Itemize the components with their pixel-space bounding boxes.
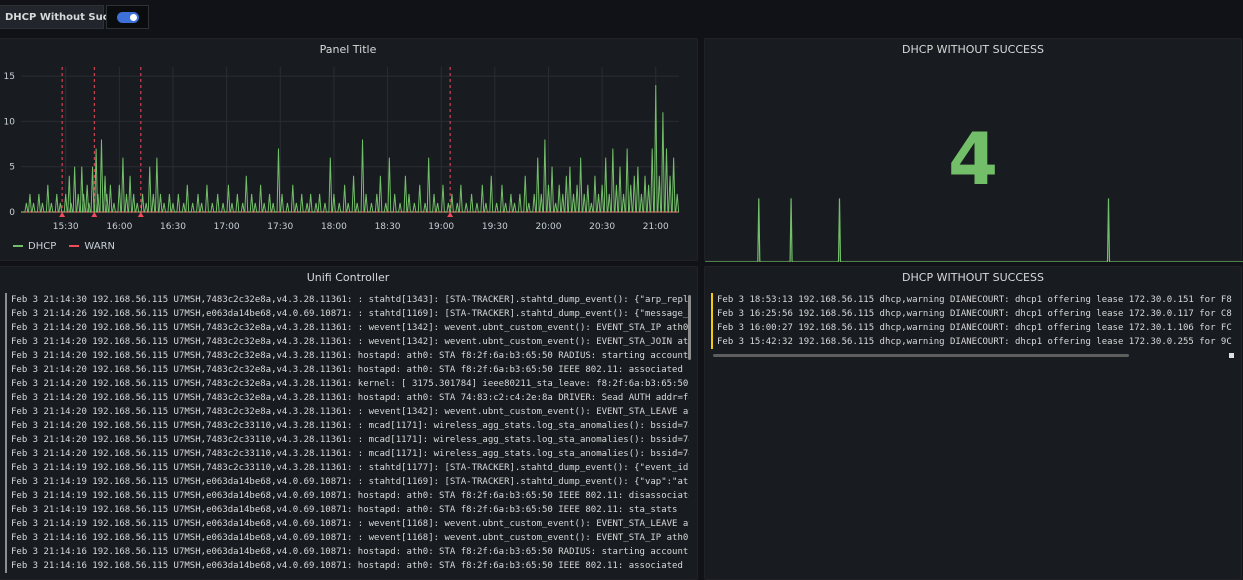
log-row[interactable]: Feb 3 16:00:27 192.168.56.115 dhcp,warni… xyxy=(711,321,1233,335)
logs-panel-unifi-controller: Unifi Controller Feb 3 21:14:30 192.168.… xyxy=(0,266,698,580)
log-row[interactable]: Feb 3 21:14:20 192.168.56.115 U7MSH,7483… xyxy=(5,363,689,377)
y-tick-label: 5 xyxy=(9,163,15,173)
log-row[interactable]: Feb 3 21:14:20 192.168.56.115 U7MSH,7483… xyxy=(5,447,689,461)
warn-event-triangle[interactable] xyxy=(59,212,66,217)
dashboard-variables-bar: DHCP Without Success xyxy=(0,0,1243,36)
x-tick-label: 17:30 xyxy=(267,222,293,232)
legend-swatch-dhcp xyxy=(13,245,23,247)
sparkline-series xyxy=(705,198,1243,262)
log-row[interactable]: Feb 3 18:53:13 192.168.56.115 dhcp,warni… xyxy=(711,293,1233,307)
x-tick-label: 18:00 xyxy=(321,222,347,232)
variable-toggle-container[interactable] xyxy=(106,5,149,29)
log-row[interactable]: Feb 3 21:14:20 192.168.56.115 U7MSH,7483… xyxy=(5,349,689,363)
log-row[interactable]: Feb 3 21:14:26 192.168.56.115 U7MSH,e063… xyxy=(5,307,689,321)
log-row[interactable]: Feb 3 16:25:56 192.168.56.115 dhcp,warni… xyxy=(711,307,1233,321)
logs-panel-dhcp: DHCP WITHOUT SUCCESS Feb 3 18:53:13 192.… xyxy=(704,266,1242,580)
log-row[interactable]: Feb 3 21:14:20 192.168.56.115 U7MSH,7483… xyxy=(5,405,689,419)
legend-label: DHCP xyxy=(28,241,57,252)
x-tick-label: 20:30 xyxy=(589,222,615,232)
log-row[interactable]: Feb 3 21:14:20 192.168.56.115 U7MSH,7483… xyxy=(5,391,689,405)
legend-item-dhcp[interactable]: DHCP xyxy=(13,241,59,252)
y-tick-label: 15 xyxy=(4,72,15,82)
log-row[interactable]: Feb 3 21:14:20 192.168.56.115 U7MSH,7483… xyxy=(5,433,689,447)
log-row[interactable]: Feb 3 21:14:16 192.168.56.115 U7MSH,e063… xyxy=(5,559,689,573)
log-row[interactable]: Feb 3 21:14:19 192.168.56.115 U7MSH,e063… xyxy=(5,475,689,489)
log-row[interactable]: Feb 3 21:14:19 192.168.56.115 U7MSH,e063… xyxy=(5,489,689,503)
y-tick-label: 10 xyxy=(4,117,16,127)
x-tick-label: 17:00 xyxy=(214,222,240,232)
log-row[interactable]: Feb 3 21:14:19 192.168.56.115 U7MSH,e063… xyxy=(5,517,689,531)
log-row[interactable]: Feb 3 21:14:20 192.168.56.115 U7MSH,7483… xyxy=(5,321,689,335)
panel-title[interactable]: DHCP WITHOUT SUCCESS xyxy=(705,271,1241,284)
legend-swatch-warn xyxy=(69,245,80,247)
log-row[interactable]: Feb 3 21:14:19 192.168.56.115 U7MSH,7483… xyxy=(5,461,689,475)
toggle-knob xyxy=(130,14,137,21)
stat-panel: DHCP WITHOUT SUCCESS 4 xyxy=(704,38,1243,262)
warn-event-triangle[interactable] xyxy=(447,212,454,217)
y-tick-label: 0 xyxy=(9,208,15,218)
horizontal-scrollbar[interactable] xyxy=(713,354,1129,357)
log-row[interactable]: Feb 3 21:14:20 192.168.56.115 U7MSH,7483… xyxy=(5,335,689,349)
variable-label: DHCP Without Success xyxy=(0,5,133,29)
log-row[interactable]: Feb 3 21:14:20 192.168.56.115 U7MSH,7483… xyxy=(5,419,689,433)
warn-event-triangle[interactable] xyxy=(137,212,144,217)
log-list[interactable]: Feb 3 18:53:13 192.168.56.115 dhcp,warni… xyxy=(711,293,1233,351)
log-row[interactable]: Feb 3 15:42:32 192.168.56.115 dhcp,warni… xyxy=(711,335,1233,349)
variable-toggle[interactable] xyxy=(117,12,139,23)
x-tick-label: 15:30 xyxy=(53,222,79,232)
chart-legend: DHCP WARN xyxy=(13,241,125,252)
log-row[interactable]: Feb 3 21:14:16 192.168.56.115 U7MSH,e063… xyxy=(5,545,689,559)
x-tick-label: 20:00 xyxy=(536,222,562,232)
stat-value: 4 xyxy=(947,117,999,201)
x-tick-label: 18:30 xyxy=(375,222,401,232)
legend-label: WARN xyxy=(84,241,116,252)
panel-title[interactable]: Unifi Controller xyxy=(0,271,697,284)
vertical-scrollbar[interactable] xyxy=(688,295,691,360)
x-tick-label: 19:00 xyxy=(428,222,454,232)
scrollbar-corner xyxy=(1229,353,1234,358)
log-row[interactable]: Feb 3 21:14:30 192.168.56.115 U7MSH,7483… xyxy=(5,293,689,307)
log-row[interactable]: Feb 3 21:14:16 192.168.56.115 U7MSH,e063… xyxy=(5,531,689,545)
x-tick-label: 16:30 xyxy=(160,222,186,232)
log-row[interactable]: Feb 3 21:14:19 192.168.56.115 U7MSH,e063… xyxy=(5,503,689,517)
log-row[interactable]: Feb 3 21:14:20 192.168.56.115 U7MSH,7483… xyxy=(5,377,689,391)
timeseries-panel: Panel Title 0 5 10 15 15:30 16:00 16:30 17:00 1… xyxy=(0,38,698,261)
x-tick-label: 19:30 xyxy=(482,222,508,232)
x-tick-label: 16:00 xyxy=(106,222,132,232)
x-tick-label: 21:00 xyxy=(643,222,669,232)
timeseries-chart: 0 5 10 15 15:30 16:00 16:30 17:00 17:30 18:00 18:… xyxy=(4,67,680,232)
warn-event-triangle[interactable] xyxy=(91,212,98,217)
log-list[interactable]: Feb 3 21:14:30 192.168.56.115 U7MSH,7483… xyxy=(5,293,689,579)
legend-item-warn[interactable]: WARN xyxy=(69,241,115,252)
